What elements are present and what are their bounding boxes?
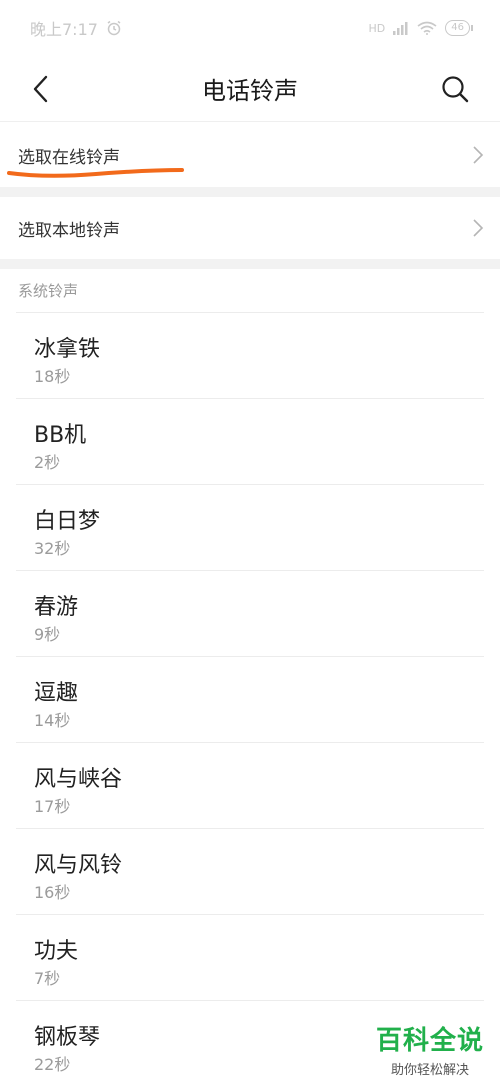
select-local-ringtone-row[interactable]: 选取本地铃声 [0, 197, 500, 259]
ringtone-duration: 32秒 [34, 539, 71, 558]
back-icon[interactable] [26, 73, 58, 105]
wifi-icon [417, 21, 437, 35]
list-item[interactable]: 风与峡谷 17秒 [16, 742, 484, 828]
ringtone-duration: 9秒 [34, 625, 61, 644]
chevron-right-icon [473, 219, 484, 237]
ringtone-duration: 16秒 [34, 883, 71, 902]
ringtone-duration: 14秒 [34, 711, 71, 730]
search-icon[interactable] [438, 72, 472, 106]
list-item[interactable]: 风与风铃 16秒 [16, 828, 484, 914]
status-time: 晚上7:17 [30, 20, 98, 39]
ringtone-name: 逗趣 [34, 681, 79, 706]
status-bar: 晚上7:17 HD 46 [0, 0, 500, 56]
battery-indicator: 46 [445, 20, 473, 36]
list-item[interactable]: 功夫 7秒 [16, 914, 484, 1000]
ringtone-name: BB机 [34, 423, 87, 448]
ringtone-name: 白日梦 [34, 509, 101, 534]
ringtone-name: 冰拿铁 [34, 337, 101, 362]
watermark-title: 百科全说 [375, 1026, 484, 1056]
orange-underline-annotation [7, 168, 184, 178]
ringtone-list: 冰拿铁 18秒 BB机 2秒 白日梦 32秒 春游 9秒 逗趣 14秒 风与峡谷… [0, 312, 500, 1086]
watermark-logo: 百科全说 助你轻松解决 [376, 1020, 484, 1078]
status-left: 晚上7:17 [30, 16, 122, 40]
list-item[interactable]: 白日梦 32秒 [16, 484, 484, 570]
alarm-icon [107, 20, 121, 36]
chevron-right-icon [473, 146, 484, 164]
ringtone-duration: 7秒 [34, 969, 61, 988]
ringtone-name: 钢板琴 [34, 1025, 101, 1050]
ringtone-duration: 2秒 [34, 453, 61, 472]
ringtone-name: 风与风铃 [34, 853, 123, 878]
network-label: HD [368, 21, 386, 35]
section-divider [0, 259, 500, 269]
list-item[interactable]: 冰拿铁 18秒 [16, 312, 484, 398]
ringtone-duration: 17秒 [34, 797, 71, 816]
list-item[interactable]: 春游 9秒 [16, 570, 484, 656]
signal-icon [393, 22, 408, 35]
page-title: 电话铃声 [202, 77, 298, 105]
list-item[interactable]: 逗趣 14秒 [16, 656, 484, 742]
list-item[interactable]: BB机 2秒 [16, 398, 484, 484]
section-divider [0, 187, 500, 197]
ringtone-name: 春游 [34, 595, 79, 620]
ringtone-name: 风与峡谷 [34, 767, 123, 792]
ringtone-duration: 22秒 [34, 1055, 71, 1074]
ringtone-name: 功夫 [34, 939, 79, 964]
status-right: HD 46 [368, 20, 473, 36]
system-ringtones-header: 系统铃声 [18, 282, 79, 300]
select-local-ringtone-label: 选取本地铃声 [18, 220, 120, 241]
ringtone-duration: 18秒 [34, 367, 71, 386]
watermark-subtitle: 助你轻松解决 [390, 1063, 469, 1078]
app-header: 电话铃声 [0, 56, 500, 122]
